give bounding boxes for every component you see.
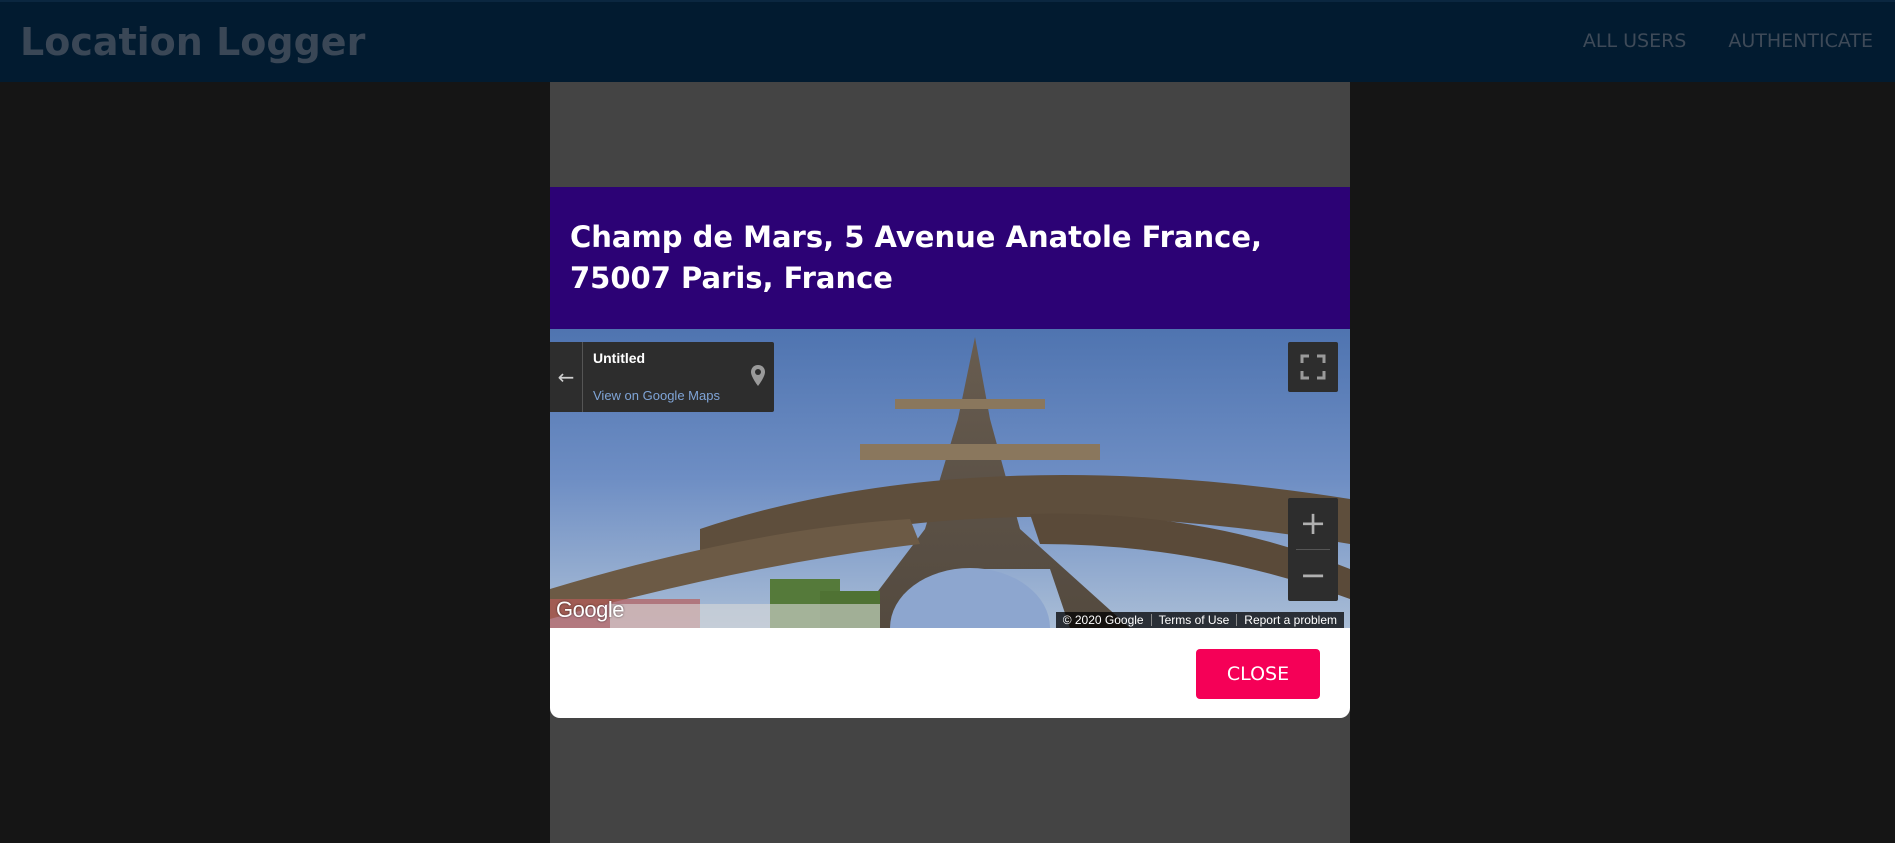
terms-of-use-link[interactable]: Terms of Use — [1152, 613, 1237, 627]
location-modal: Champ de Mars, 5 Avenue Anatole France, … — [550, 187, 1350, 718]
app-root: Location Logger ALL USERS AUTHENTICATE C… — [0, 0, 1895, 843]
zoom-controls: + − — [1288, 498, 1338, 601]
view-on-google-maps-link[interactable]: View on Google Maps — [593, 388, 720, 403]
fullscreen-icon — [1300, 354, 1326, 380]
street-view-info-card: ← Untitled View on Google Maps — [550, 342, 774, 412]
map-pin-icon[interactable] — [750, 364, 766, 388]
street-view-panorama[interactable]: ← Untitled View on Google Maps + − Googl… — [550, 329, 1350, 628]
close-button[interactable]: CLOSE — [1196, 649, 1320, 699]
modal-title: Champ de Mars, 5 Avenue Anatole France, … — [570, 220, 1263, 295]
zoom-in-button[interactable]: + — [1288, 498, 1338, 549]
google-logo[interactable]: Google — [556, 597, 624, 623]
modal-header: Champ de Mars, 5 Avenue Anatole France, … — [550, 187, 1350, 329]
report-problem-link[interactable]: Report a problem — [1237, 613, 1344, 627]
zoom-out-button[interactable]: − — [1288, 550, 1338, 601]
place-name: Untitled — [593, 350, 646, 366]
map-attribution: © 2020 Google Terms of Use Report a prob… — [1055, 612, 1344, 628]
back-arrow-icon[interactable]: ← — [550, 342, 583, 412]
modal-footer: CLOSE — [550, 628, 1350, 718]
copyright-text: © 2020 Google — [1062, 613, 1144, 627]
fullscreen-button[interactable] — [1288, 342, 1338, 392]
